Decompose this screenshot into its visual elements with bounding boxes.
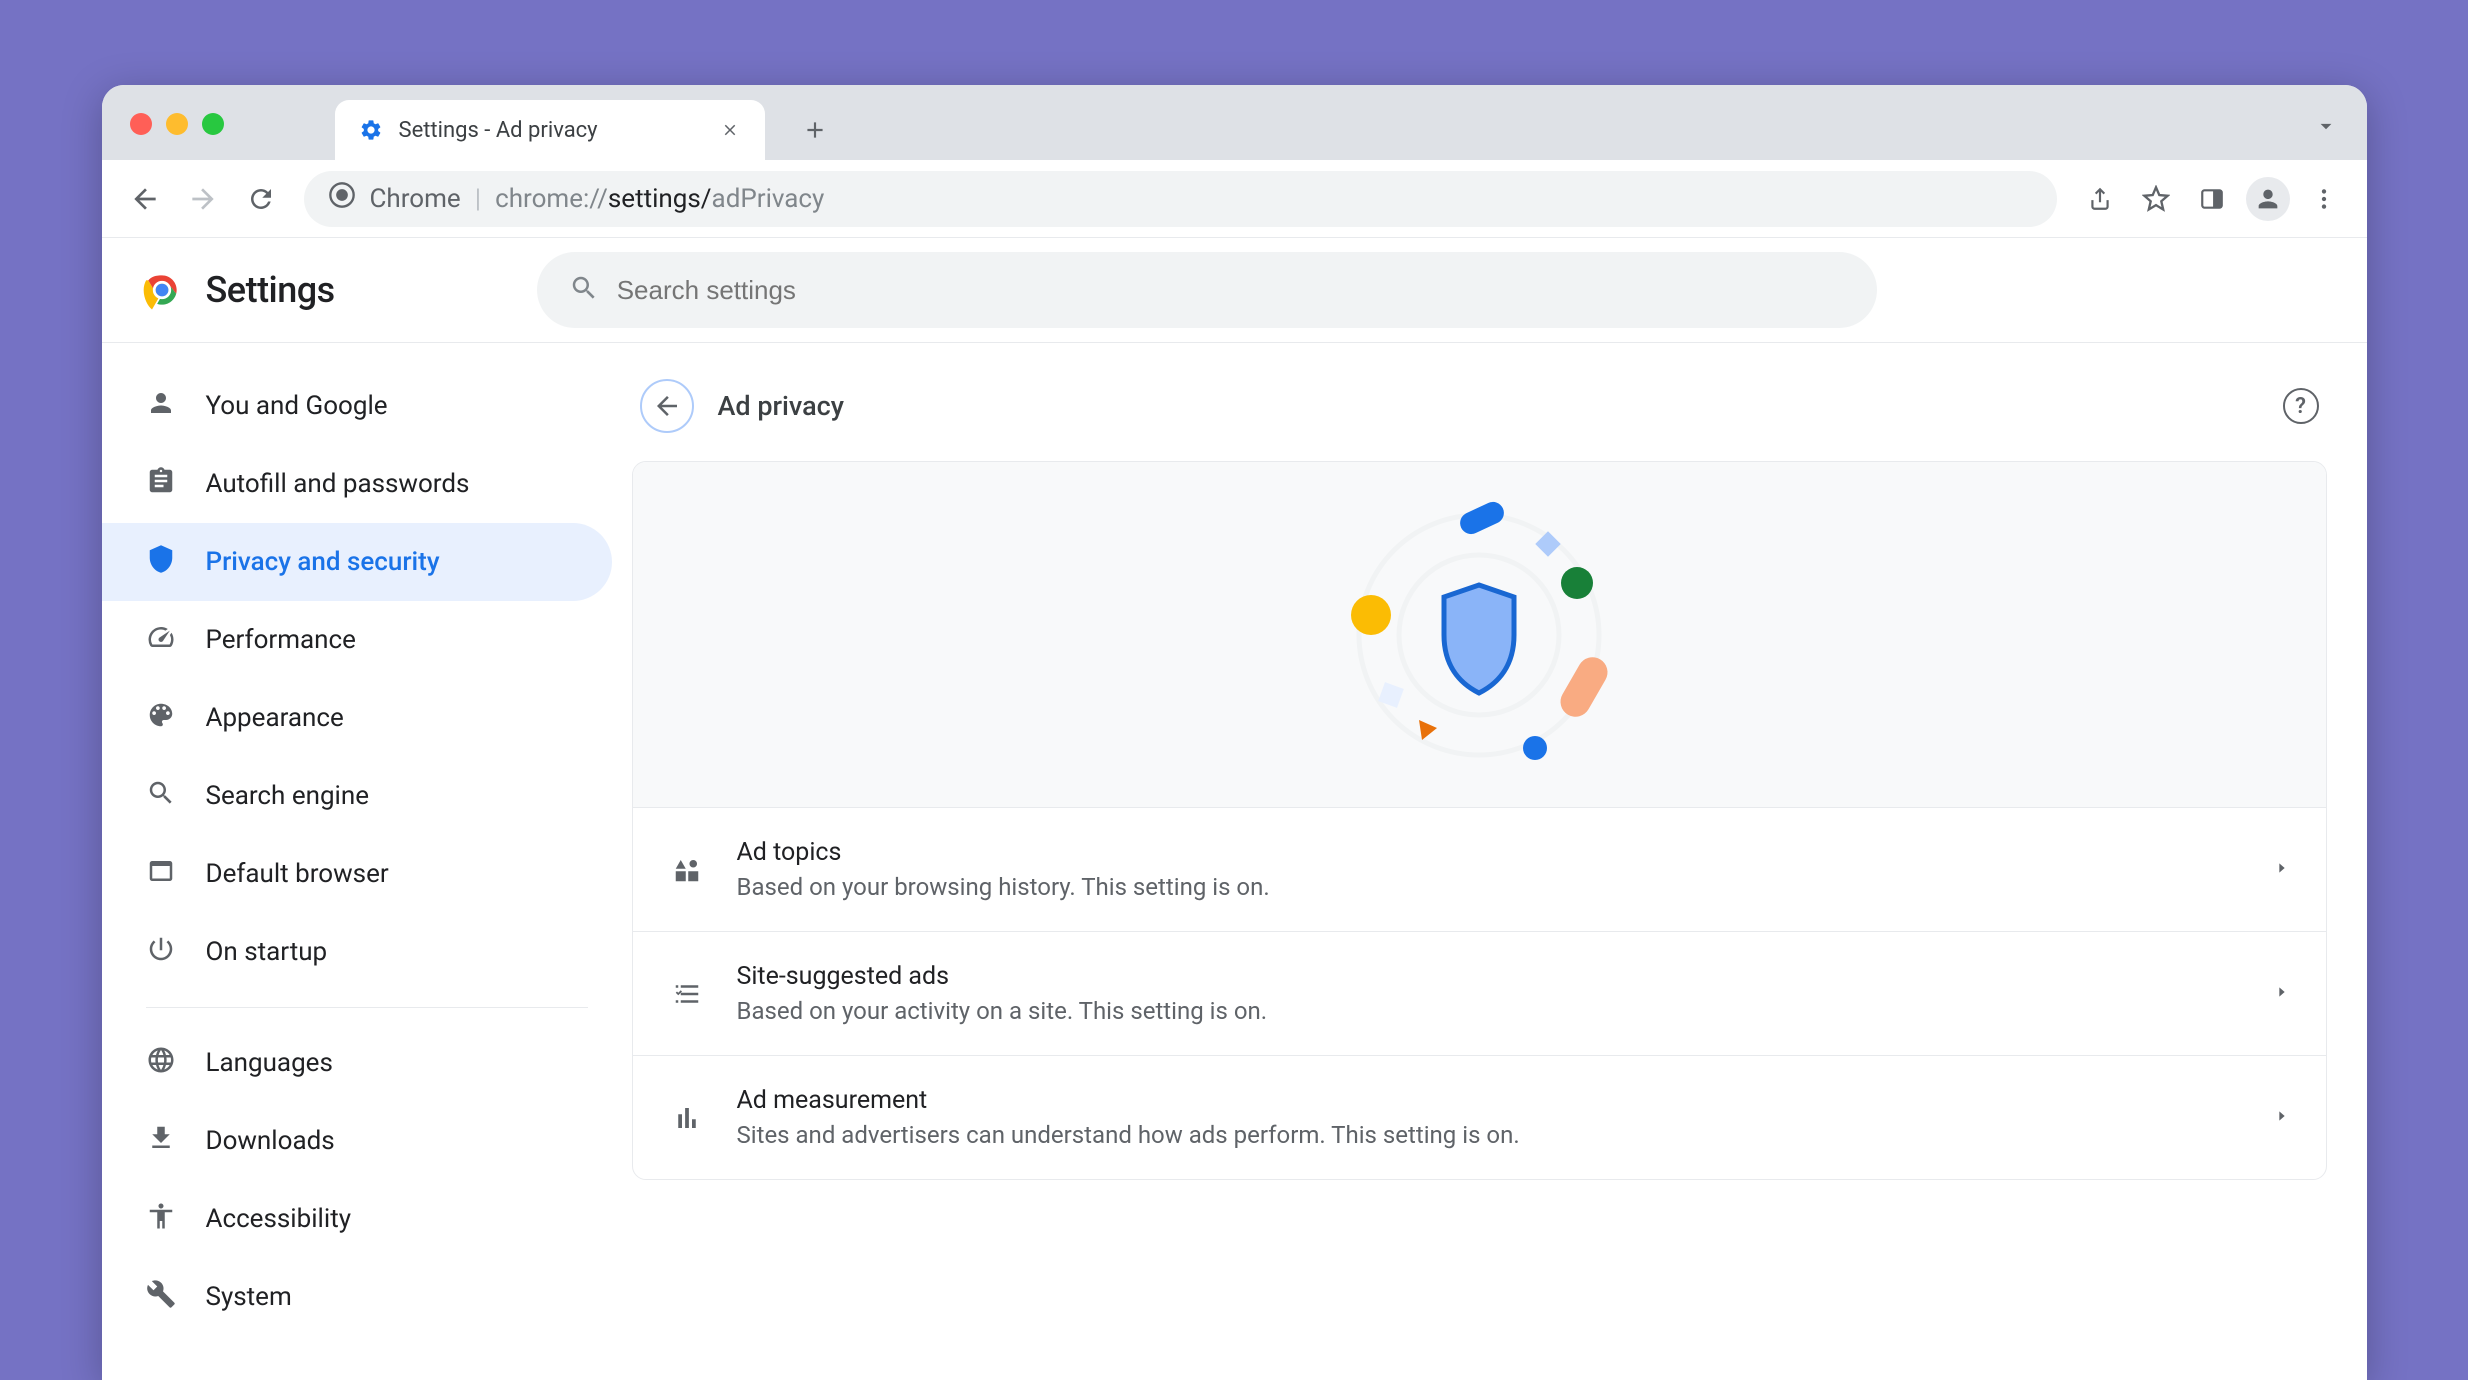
- tab-strip: Settings - Ad privacy: [102, 85, 2367, 160]
- sidebar-item-label: Downloads: [206, 1126, 335, 1156]
- sidebar-item-label: On startup: [206, 937, 328, 967]
- settings-gear-icon: [357, 116, 385, 144]
- bar-chart-icon: [669, 1103, 705, 1133]
- shield-icon: [146, 544, 176, 581]
- menu-button[interactable]: [2299, 174, 2349, 224]
- person-icon: [146, 388, 176, 425]
- app-title: Settings: [206, 269, 335, 311]
- sidebar-item-label: System: [206, 1282, 292, 1312]
- sidebar-item-downloads[interactable]: Downloads: [102, 1102, 612, 1180]
- setting-description: Based on your activity on a site. This s…: [737, 997, 2242, 1025]
- chevron-right-icon: [2274, 860, 2290, 880]
- sidebar-divider: [146, 1007, 588, 1008]
- search-input[interactable]: [617, 275, 1845, 306]
- app-header: Settings: [102, 238, 2367, 343]
- sidebar-item-autofill[interactable]: Autofill and passwords: [102, 445, 612, 523]
- sidebar-item-label: Search engine: [206, 781, 370, 811]
- panel-back-button[interactable]: [640, 379, 694, 433]
- help-button[interactable]: ?: [2283, 388, 2319, 424]
- bookmark-button[interactable]: [2131, 174, 2181, 224]
- speedometer-icon: [146, 622, 176, 659]
- sidebar-item-label: Languages: [206, 1048, 333, 1078]
- search-icon: [569, 273, 599, 307]
- sidebar-item-on-startup[interactable]: On startup: [102, 913, 612, 991]
- reload-button[interactable]: [236, 174, 286, 224]
- sidebar: You and Google Autofill and passwords Pr…: [102, 343, 632, 1380]
- sidebar-item-label: Appearance: [206, 703, 344, 733]
- hero-illustration: [633, 462, 2326, 807]
- download-icon: [146, 1123, 176, 1160]
- setting-row-site-suggested-ads[interactable]: Site-suggested ads Based on your activit…: [633, 931, 2326, 1055]
- tab-list-dropdown[interactable]: [2313, 113, 2339, 143]
- browser-window-icon: [146, 856, 176, 893]
- palette-icon: [146, 700, 176, 737]
- wrench-icon: [146, 1279, 176, 1316]
- panel-title: Ad privacy: [718, 390, 2259, 422]
- panel-header: Ad privacy ?: [632, 367, 2327, 461]
- site-info-icon[interactable]: [328, 181, 356, 216]
- sidebar-item-label: Default browser: [206, 859, 389, 889]
- search-settings-field[interactable]: [537, 252, 1877, 328]
- close-window-button[interactable]: [130, 113, 152, 135]
- sidebar-item-system[interactable]: System: [102, 1258, 612, 1336]
- setting-description: Sites and advertisers can understand how…: [737, 1121, 2242, 1149]
- sidebar-item-accessibility[interactable]: Accessibility: [102, 1180, 612, 1258]
- address-text: Chrome | chrome://settings/adPrivacy: [370, 184, 825, 214]
- minimize-window-button[interactable]: [166, 113, 188, 135]
- browser-window: Settings - Ad privacy Chrome: [102, 85, 2367, 1380]
- content-area: Settings You and Google: [102, 238, 2367, 1380]
- chevron-right-icon: [2274, 1108, 2290, 1128]
- sidebar-item-label: Autofill and passwords: [206, 469, 470, 499]
- search-icon: [146, 778, 176, 815]
- share-button[interactable]: [2075, 174, 2125, 224]
- sidebar-item-default-browser[interactable]: Default browser: [102, 835, 612, 913]
- chrome-logo-icon: [140, 268, 184, 312]
- forward-button[interactable]: [178, 174, 228, 224]
- setting-description: Based on your browsing history. This set…: [737, 873, 2242, 901]
- settings-card: Ad topics Based on your browsing history…: [632, 461, 2327, 1180]
- clipboard-icon: [146, 466, 176, 503]
- browser-tab[interactable]: Settings - Ad privacy: [335, 100, 765, 160]
- power-icon: [146, 934, 176, 971]
- sidebar-item-label: You and Google: [206, 391, 388, 421]
- sidebar-item-label: Privacy and security: [206, 547, 440, 577]
- browser-toolbar: Chrome | chrome://settings/adPrivacy: [102, 160, 2367, 238]
- setting-title: Site-suggested ads: [737, 962, 2242, 991]
- sidebar-item-languages[interactable]: Languages: [102, 1024, 612, 1102]
- main-panel: Ad privacy ?: [632, 343, 2367, 1380]
- sidebar-item-label: Performance: [206, 625, 356, 655]
- tab-title: Settings - Ad privacy: [399, 118, 703, 143]
- sidebar-item-you-and-google[interactable]: You and Google: [102, 367, 612, 445]
- profile-button[interactable]: [2243, 174, 2293, 224]
- setting-row-ad-measurement[interactable]: Ad measurement Sites and advertisers can…: [633, 1055, 2326, 1179]
- accessibility-icon: [146, 1201, 176, 1238]
- tab-close-button[interactable]: [717, 117, 743, 143]
- sidebar-item-performance[interactable]: Performance: [102, 601, 612, 679]
- sidebar-item-label: Accessibility: [206, 1204, 352, 1234]
- setting-title: Ad measurement: [737, 1086, 2242, 1115]
- setting-row-ad-topics[interactable]: Ad topics Based on your browsing history…: [633, 807, 2326, 931]
- sidebar-item-search-engine[interactable]: Search engine: [102, 757, 612, 835]
- globe-icon: [146, 1045, 176, 1082]
- setting-title: Ad topics: [737, 838, 2242, 867]
- maximize-window-button[interactable]: [202, 113, 224, 135]
- sidebar-item-appearance[interactable]: Appearance: [102, 679, 612, 757]
- window-controls: [130, 113, 224, 135]
- side-panel-button[interactable]: [2187, 174, 2237, 224]
- checklist-icon: [669, 979, 705, 1009]
- sidebar-item-privacy-security[interactable]: Privacy and security: [102, 523, 612, 601]
- new-tab-button[interactable]: [795, 110, 835, 150]
- address-bar[interactable]: Chrome | chrome://settings/adPrivacy: [304, 171, 2057, 227]
- shapes-icon: [669, 855, 705, 885]
- chevron-right-icon: [2274, 984, 2290, 1004]
- back-button[interactable]: [120, 174, 170, 224]
